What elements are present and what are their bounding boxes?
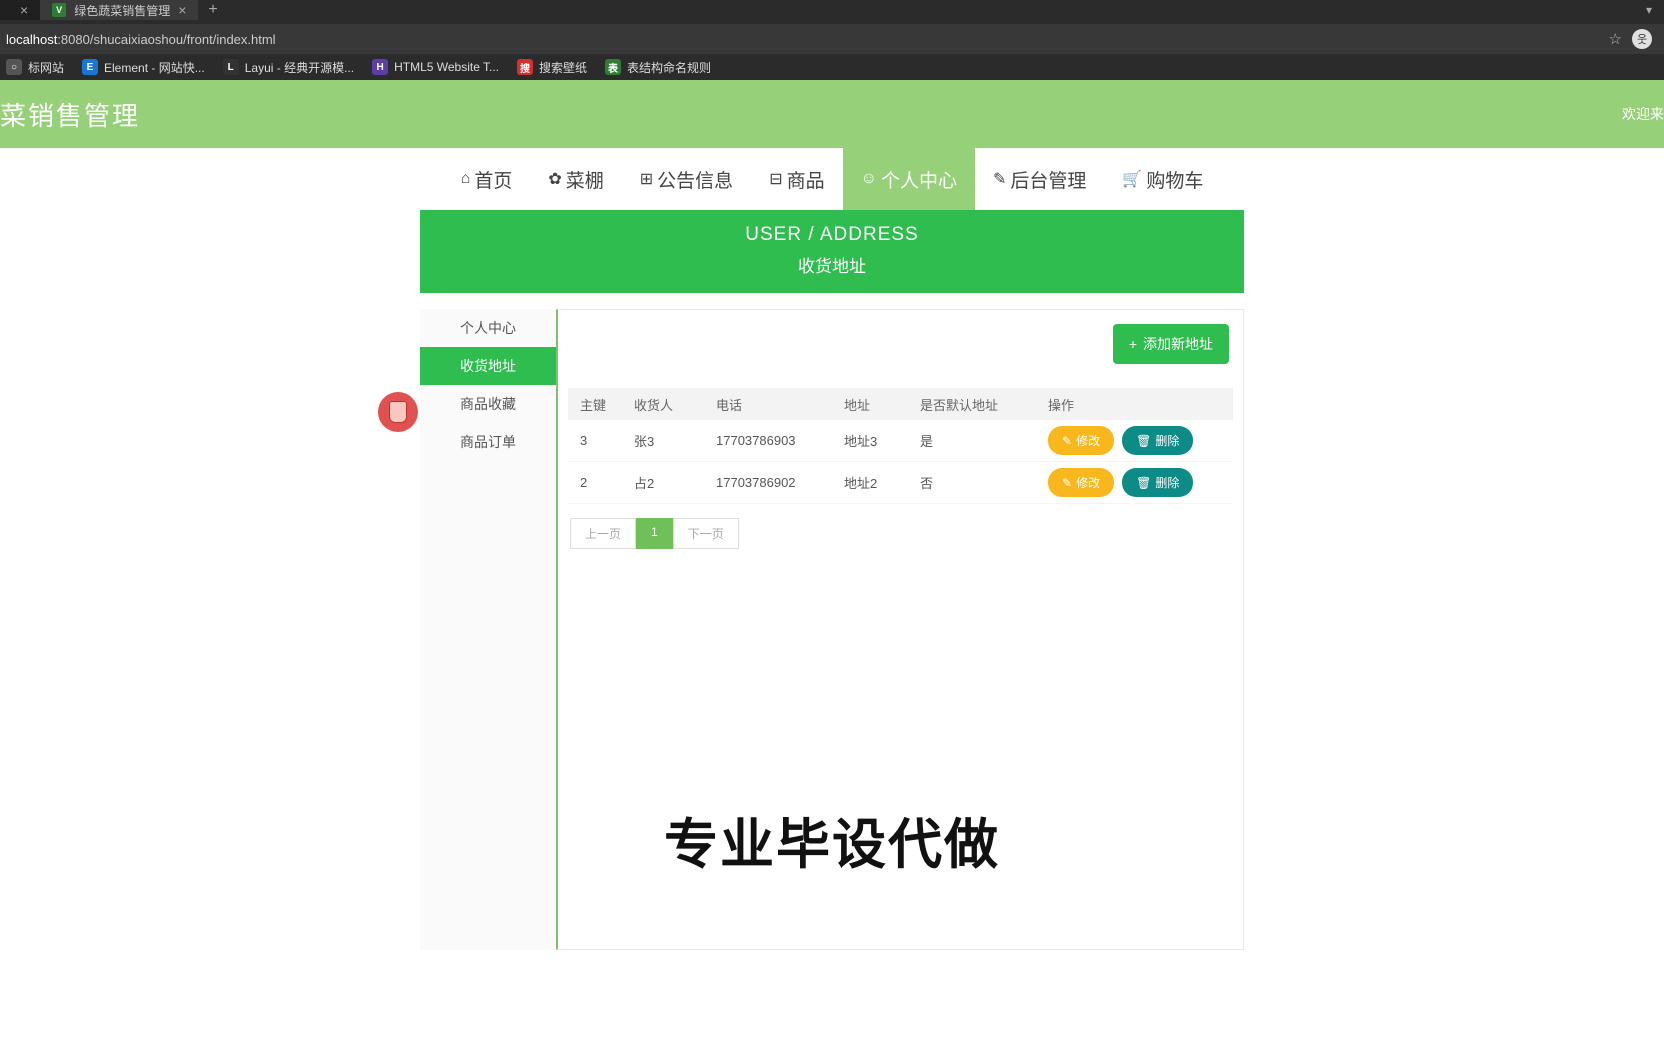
admin-icon: ✎ [993, 169, 1006, 189]
bookmark-item[interactable]: HHTML5 Website T... [372, 59, 499, 75]
delete-button[interactable]: 🗑删除 [1122, 468, 1193, 497]
chevron-down-icon[interactable]: ▾ [1634, 3, 1664, 17]
table-row: 3 张3 17703786903 地址3 是 ✎修改 🗑删除 [568, 420, 1233, 462]
bookmark-icon: H [372, 59, 388, 75]
bookmark-icon: ○ [6, 59, 22, 75]
sidebar-item-orders[interactable]: 商品订单 [420, 423, 556, 461]
col-ops: 操作 [1048, 395, 1233, 414]
bookmark-item[interactable]: LLayui - 经典开源模... [223, 59, 354, 76]
trash-icon: 🗑 [1136, 434, 1151, 448]
browser-tabs: × V 绿色蔬菜销售管理 × + ▾ [0, 0, 1664, 20]
bookmark-item[interactable]: 搜搜索壁纸 [517, 59, 587, 76]
table-row: 2 占2 17703786902 地址2 否 ✎修改 🗑删除 [568, 462, 1233, 504]
site-title: 菜销售管理 [0, 96, 140, 133]
home-icon: ⌂ [461, 170, 471, 188]
user-icon: ☺ [861, 170, 877, 188]
nav-home[interactable]: ⌂首页 [443, 148, 531, 210]
add-address-button[interactable]: + 添加新地址 [1113, 324, 1229, 364]
page-banner: USER / ADDRESS 收货地址 [420, 210, 1244, 293]
bookmark-item[interactable]: EElement - 网站快... [82, 59, 205, 76]
new-tab-button[interactable]: + [198, 1, 227, 19]
close-icon[interactable]: × [178, 2, 186, 18]
sidebar-item-profile[interactable]: 个人中心 [420, 309, 556, 347]
browser-chrome: × V 绿色蔬菜销售管理 × + ▾ localhost:8080/shucai… [0, 0, 1664, 80]
notice-icon: ⊞ [640, 169, 653, 189]
site-header: 菜销售管理 欢迎来 [0, 80, 1664, 148]
table-header: 主键 收货人 电话 地址 是否默认地址 操作 [568, 388, 1233, 420]
pencil-icon: ✎ [1062, 476, 1072, 490]
page-prev[interactable]: 上一页 [570, 518, 636, 549]
col-default: 是否默认地址 [920, 395, 1048, 414]
col-id: 主键 [568, 395, 634, 414]
col-addr: 地址 [844, 395, 920, 414]
nav-admin[interactable]: ✎后台管理 [975, 148, 1104, 210]
nav-goods[interactable]: ⊟商品 [751, 148, 842, 210]
nav-notice[interactable]: ⊞公告信息 [622, 148, 751, 210]
address-bar[interactable]: localhost:8080/shucaixiaoshou/front/inde… [0, 24, 1664, 54]
nav-user-center[interactable]: ☺个人中心 [843, 148, 975, 210]
cart-icon: 🛒 [1122, 169, 1142, 189]
main-nav: ⌂首页 ✿菜棚 ⊞公告信息 ⊟商品 ☺个人中心 ✎后台管理 🛒购物车 [0, 148, 1664, 210]
bookmark-icon: 搜 [517, 59, 533, 75]
bookmark-icon: E [82, 59, 98, 75]
page-1[interactable]: 1 [636, 518, 673, 549]
tab-title: 绿色蔬菜销售管理 [74, 2, 170, 19]
pencil-icon: ✎ [1062, 434, 1072, 448]
col-name: 收货人 [634, 395, 716, 414]
goods-icon: ⊟ [769, 169, 782, 189]
bookmark-item[interactable]: ○标网站 [6, 59, 64, 76]
banner-title-en: USER / ADDRESS [420, 224, 1244, 246]
col-phone: 电话 [716, 395, 844, 414]
edit-button[interactable]: ✎修改 [1048, 468, 1114, 497]
sidebar-item-favorites[interactable]: 商品收藏 [420, 385, 556, 423]
delete-button[interactable]: 🗑删除 [1122, 426, 1193, 455]
shed-icon: ✿ [548, 169, 561, 189]
bookmark-star-icon[interactable]: ☆ [1609, 30, 1622, 48]
browser-tab-0[interactable]: × [0, 0, 40, 20]
url-text: localhost:8080/shucaixiaoshou/front/inde… [6, 32, 276, 47]
close-icon[interactable]: × [20, 2, 28, 18]
nav-shed[interactable]: ✿菜棚 [530, 148, 621, 210]
nav-cart[interactable]: 🛒购物车 [1104, 148, 1221, 210]
bookmarks-bar: ○标网站 EElement - 网站快... LLayui - 经典开源模...… [0, 54, 1664, 80]
pagination: 上一页 1 下一页 [568, 518, 1233, 549]
bookmark-icon: 表 [605, 59, 621, 75]
cursor-indicator [378, 392, 418, 432]
page-next[interactable]: 下一页 [673, 518, 739, 549]
sidebar: 个人中心 收货地址 商品收藏 商品订单 [420, 309, 556, 950]
sidebar-item-address[interactable]: 收货地址 [420, 347, 556, 385]
plus-icon: + [1129, 336, 1137, 352]
bookmark-icon: L [223, 59, 239, 75]
welcome-text: 欢迎来 [1622, 104, 1664, 124]
trash-icon: 🗑 [1136, 476, 1151, 490]
address-table: 主键 收货人 电话 地址 是否默认地址 操作 3 张3 17703786903 … [568, 388, 1233, 504]
profile-avatar-icon[interactable]: 웃 [1632, 29, 1652, 49]
tab-favicon: V [52, 3, 66, 17]
edit-button[interactable]: ✎修改 [1048, 426, 1114, 455]
watermark-text: 专业毕设代做 [664, 800, 1000, 879]
banner-title-cn: 收货地址 [420, 252, 1244, 277]
bookmark-item[interactable]: 表表结构命名规则 [605, 59, 711, 76]
browser-tab-1[interactable]: V 绿色蔬菜销售管理 × [40, 0, 198, 20]
